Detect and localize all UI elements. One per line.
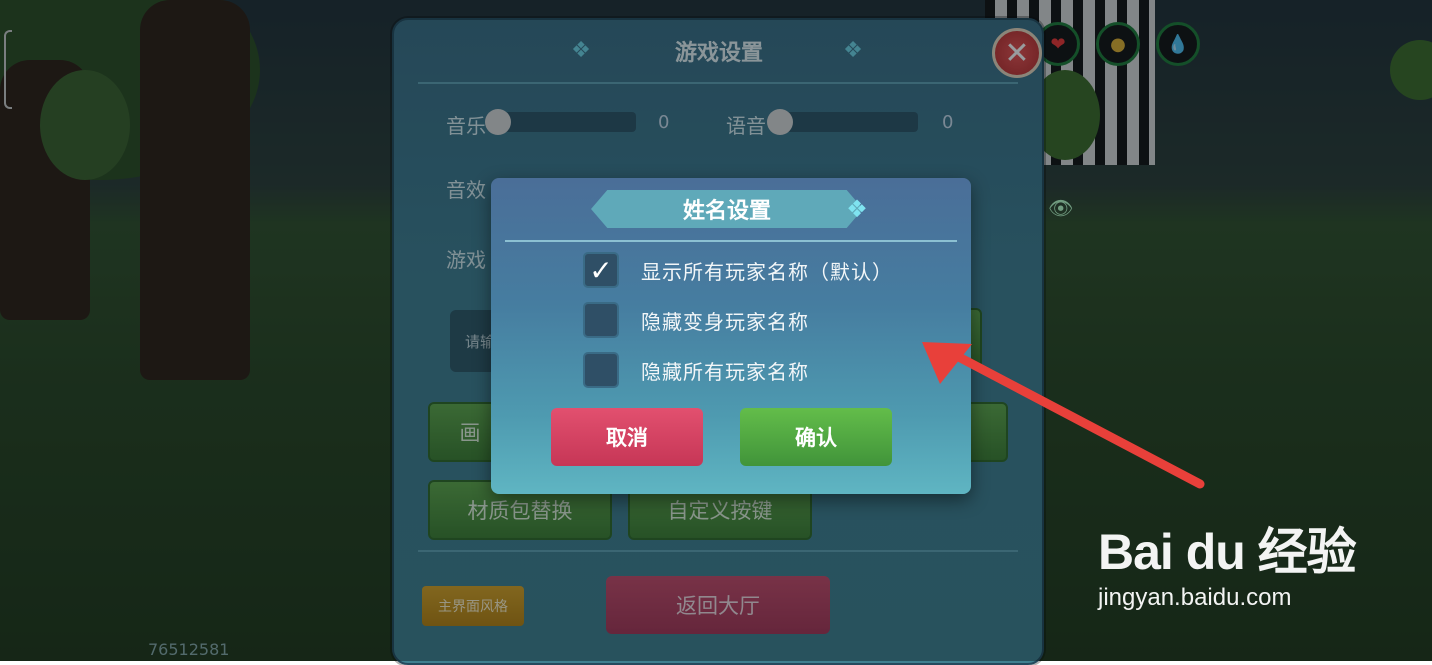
confirm-button[interactable]: 确认	[740, 408, 892, 466]
checkmark-icon: ✓	[589, 253, 613, 287]
dialog-title-text: 姓名设置	[682, 199, 771, 224]
ornament-icon: ❖	[846, 195, 868, 223]
checkbox-checked[interactable]: ✓	[583, 252, 619, 288]
checkbox[interactable]	[583, 302, 619, 338]
watermark-url: jingyan.baidu.com	[1098, 584, 1292, 611]
option-hide-transformed[interactable]: 隐藏变身玩家名称	[583, 302, 809, 338]
divider	[505, 240, 957, 242]
checkbox[interactable]	[583, 352, 619, 388]
option-label: 显示所有玩家名称（默认）	[641, 259, 893, 284]
cancel-button[interactable]: 取消	[551, 408, 703, 466]
watermark-logo: Bai du 经验	[1098, 524, 1357, 580]
dialog-title: 姓名设置	[591, 190, 863, 228]
name-settings-dialog: ❖ 姓名设置 ❖ ✓ 显示所有玩家名称（默认） 隐藏变身玩家名称 隐藏所有玩家名…	[491, 178, 971, 494]
option-hide-all[interactable]: 隐藏所有玩家名称	[583, 352, 809, 388]
option-label: 隐藏变身玩家名称	[641, 309, 809, 334]
option-label: 隐藏所有玩家名称	[641, 359, 809, 384]
option-show-all[interactable]: ✓ 显示所有玩家名称（默认）	[583, 252, 893, 288]
baidu-watermark: Bai du 经验 jingyan.baidu.com	[1098, 512, 1368, 632]
